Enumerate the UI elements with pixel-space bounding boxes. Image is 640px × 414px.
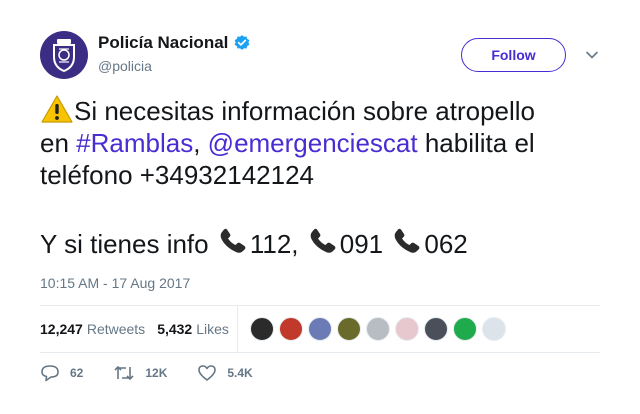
likes-count: 5,432: [157, 321, 193, 337]
tweet-text-segment: en: [40, 128, 77, 158]
likes-stat[interactable]: 5,432 Likes: [157, 321, 229, 337]
liker-avatar[interactable]: [424, 317, 448, 341]
telephone-icon: [220, 228, 246, 253]
phone-number-091: 091: [339, 229, 391, 259]
mention-link[interactable]: @emergenciescat: [208, 128, 418, 158]
tweet-text-segment: ,: [193, 128, 208, 158]
follow-button[interactable]: Follow: [461, 38, 566, 72]
telephone-icon: [395, 228, 420, 253]
likers-avatars: [250, 317, 511, 341]
hashtag-link[interactable]: #Ramblas: [76, 128, 193, 158]
liker-avatar[interactable]: [482, 317, 506, 341]
retweet-button[interactable]: 12K: [113, 364, 167, 382]
liker-avatar[interactable]: [366, 317, 390, 341]
chevron-down-icon[interactable]: [585, 48, 599, 62]
tweet-text-segment: habilita el: [417, 128, 535, 158]
tweet-line-1: Si necesitas información sobre atropello: [40, 94, 610, 127]
liker-avatar[interactable]: [308, 317, 332, 341]
tweet-actions: 62 12K 5.4K: [40, 364, 283, 382]
user-handle[interactable]: @policia: [98, 58, 251, 74]
display-name-text: Policía Nacional: [98, 33, 229, 52]
police-crest-icon: [53, 39, 75, 73]
liker-avatar[interactable]: [337, 317, 361, 341]
tweet-line-2: en #Ramblas, @emergenciescat habilita el: [40, 127, 610, 159]
verified-badge-icon: [235, 35, 250, 50]
retweet-count: 12K: [145, 366, 168, 380]
reply-icon: [41, 365, 59, 382]
retweets-stat[interactable]: 12,247 Retweets: [40, 321, 145, 337]
like-button[interactable]: 5.4K: [197, 364, 253, 382]
phone-number-112: 112,: [249, 229, 306, 259]
like-count: 5.4K: [227, 366, 253, 380]
divider: [40, 352, 600, 353]
likes-label: Likes: [196, 321, 229, 337]
retweets-label: Retweets: [86, 321, 146, 337]
reply-button[interactable]: 62: [40, 364, 83, 382]
avatar[interactable]: [40, 31, 88, 79]
user-info: Policía Nacional @policia: [98, 33, 251, 74]
warning-icon: [41, 95, 73, 123]
stats-separator: [237, 306, 238, 352]
retweet-icon: [114, 365, 134, 381]
tweet-timestamp[interactable]: 10:15 AM - 17 Aug 2017: [40, 275, 190, 291]
tweet-stats: 12,247 Retweets 5,432 Likes: [40, 306, 600, 352]
reply-count: 62: [70, 366, 84, 380]
tweet-text-segment: Y si tienes info: [40, 229, 216, 259]
retweets-count: 12,247: [40, 321, 83, 337]
tweet-line-1-text: Si necesitas información sobre atropello: [74, 96, 536, 126]
tweet-line-3: teléfono +34932142124: [40, 160, 314, 190]
liker-avatar[interactable]: [250, 317, 274, 341]
tweet-line-4: Y si tienes info 112, 091 062: [40, 227, 610, 260]
liker-avatar[interactable]: [453, 317, 477, 341]
liker-avatar[interactable]: [395, 317, 419, 341]
phone-number-062: 062: [424, 229, 468, 259]
display-name[interactable]: Policía Nacional: [98, 33, 251, 53]
heart-icon: [198, 365, 217, 381]
tweet-text: Si necesitas información sobre atropello…: [40, 94, 610, 260]
liker-avatar[interactable]: [279, 317, 303, 341]
telephone-icon: [310, 228, 336, 253]
